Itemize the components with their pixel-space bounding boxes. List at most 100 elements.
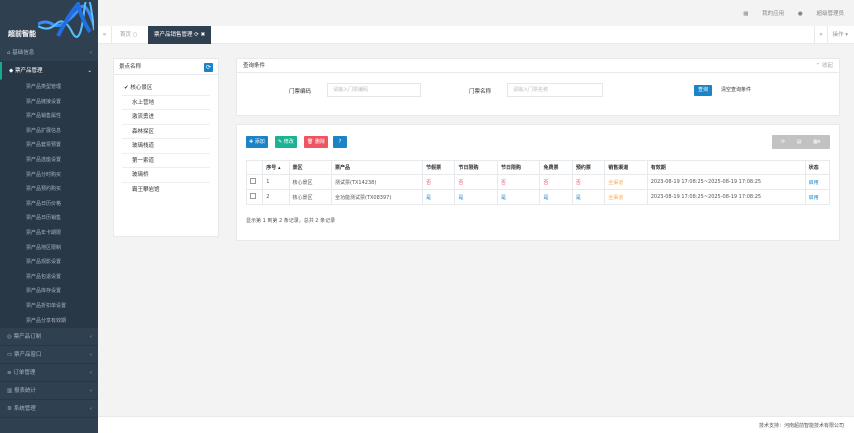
help-icon[interactable]: ? bbox=[333, 136, 347, 148]
column-header[interactable]: 节日限购 bbox=[454, 160, 498, 175]
ticket-code-label: 门票编码 bbox=[289, 89, 312, 95]
sidebar-item[interactable]: 票产品地区限制 bbox=[0, 241, 98, 256]
home-icon: ⌂ bbox=[7, 50, 11, 56]
column-header[interactable]: 节日限购 bbox=[496, 160, 541, 175]
cell-flag: 否 bbox=[422, 174, 456, 190]
delete-button[interactable]: 🗑 删除 bbox=[304, 136, 328, 148]
cell-flag: 否 bbox=[454, 174, 498, 190]
logo-wave-icon bbox=[38, 2, 94, 38]
sidebar-item[interactable]: 票产品日历价格 bbox=[0, 197, 98, 212]
collapse-toggle[interactable]: ⌃ 收起 bbox=[816, 59, 833, 73]
cell-valid: 2023-08-19 17:08:25~2025-08-19 17:08:25 bbox=[646, 174, 806, 190]
query-header: 查询条件 ⌃ 收起 bbox=[237, 59, 839, 73]
menu-group-basic[interactable]: ⌂ 基础信息 ‹ bbox=[0, 44, 98, 62]
cell-no: 2 bbox=[262, 189, 290, 205]
gear-icon: ⚙ bbox=[7, 406, 12, 413]
sidebar-item[interactable]: 票产品链接设置 bbox=[0, 95, 98, 110]
tree-item[interactable]: 霸王攀岩馆 bbox=[122, 183, 210, 198]
column-header[interactable]: 状态 bbox=[804, 160, 831, 175]
cell-channel: 全渠道 bbox=[604, 189, 648, 205]
refresh-table-icon[interactable]: ⟳ bbox=[781, 139, 785, 145]
tab-scroll-right-button[interactable]: » bbox=[814, 26, 828, 44]
cell-no: 1 bbox=[262, 174, 290, 190]
tree-header: 景点名称 ⟳ bbox=[114, 59, 218, 75]
sidebar-item[interactable]: 票产品观影设置 bbox=[0, 255, 98, 270]
tab-operations-button[interactable]: 操作 ▾ bbox=[832, 26, 848, 44]
column-header[interactable]: 销售渠道 bbox=[604, 160, 648, 175]
user-menu[interactable]: ● 超级管理员 bbox=[798, 11, 844, 17]
column-header[interactable]: 免费票 bbox=[539, 160, 573, 175]
refresh-icon[interactable]: ⟳ bbox=[204, 63, 213, 72]
column-header[interactable]: 节假票 bbox=[422, 160, 456, 175]
cell-valid: 2023-08-19 17:08:25~2025-08-19 17:08:25 bbox=[646, 189, 806, 205]
menu-group-label: 系统管理 bbox=[13, 406, 36, 413]
row-checkbox[interactable] bbox=[245, 189, 264, 205]
edit-button[interactable]: ✎ 修改 bbox=[275, 136, 297, 148]
tree-item[interactable]: 水上营地 bbox=[122, 96, 210, 110]
sidebar-item[interactable]: 票产品选座设置 bbox=[0, 153, 98, 168]
query-panel: 查询条件 ⌃ 收起 门票编码 请输入门票编码 门票名称 请输入门票名称 查询 清… bbox=[236, 58, 840, 116]
cell-flag: 是 bbox=[496, 189, 541, 205]
columns-icon[interactable]: ▤ bbox=[797, 139, 802, 145]
scenic-tree-panel: 景点名称 ⟳ ✔ 核心景区 水上营地 激流勇进 森林探区 玻璃栈道 第一索道 玻… bbox=[113, 58, 219, 237]
sidebar-item[interactable]: 票产品包退设置 bbox=[0, 270, 98, 285]
tab-home[interactable]: 首页 ○ bbox=[114, 26, 144, 44]
column-header[interactable]: 预约票 bbox=[571, 160, 606, 175]
globe-icon: ◎ bbox=[7, 334, 12, 341]
sidebar: 超前智能 ⌂ 基础信息 ‹ ◆ 票产品管理 ⌄ 票产品类型管理 票产品链接设置 … bbox=[0, 0, 98, 433]
ticket-table: 序号 ▴ 景区 票产品 节假票 节日限购 节日限购 免费票 预约票 销售渠道 有… bbox=[245, 160, 831, 205]
tab-scroll-left-button[interactable]: « bbox=[98, 26, 112, 44]
tree-item[interactable]: 森林探区 bbox=[122, 125, 210, 139]
menu-group-label: 票产品订制 bbox=[13, 334, 42, 341]
list-icon: ≡ bbox=[7, 370, 12, 377]
menu-group-ticket[interactable]: ◆ 票产品管理 ⌄ bbox=[0, 62, 98, 80]
row-checkbox[interactable] bbox=[245, 174, 264, 190]
sidebar-item[interactable]: 票产品折扣单设置 bbox=[0, 299, 98, 314]
sidebar-item[interactable]: 票产品预约购买 bbox=[0, 182, 98, 197]
search-button[interactable]: 查询 bbox=[694, 85, 713, 96]
topbar-right: ▦ 我的应用 ● 超级管理员 bbox=[731, 9, 844, 17]
tab-active[interactable]: 票产品销售管理 ⟳ ✖ bbox=[148, 26, 212, 44]
reset-button[interactable]: 清空查询条件 bbox=[717, 85, 756, 96]
table-row[interactable]: 1 核心景区 测试票(TX14238) 否 否 否 否 否 全渠道 2023-0… bbox=[245, 174, 831, 190]
tree-item[interactable]: 激流勇进 bbox=[122, 110, 210, 125]
menu-group-orders[interactable]: ≡ 订单管理 ‹ bbox=[0, 364, 98, 383]
sidebar-item[interactable]: 票产品日历销售 bbox=[0, 211, 98, 226]
sidebar-item[interactable]: 票产品分时购买 bbox=[0, 168, 98, 183]
tree-item[interactable]: 玻璃桥 bbox=[122, 168, 210, 183]
table-row[interactable]: 2 核心景区 全功能测试票(TX08397) 是 是 是 是 是 全渠道 202… bbox=[245, 189, 831, 205]
sidebar-item[interactable]: 票产品年卡期限 bbox=[0, 226, 98, 241]
ticket-code-input[interactable]: 请输入门票编码 bbox=[327, 83, 421, 97]
column-header[interactable]: 序号 ▴ bbox=[262, 160, 290, 175]
sidebar-item[interactable]: 票产品库存设置 bbox=[0, 284, 98, 299]
footer: 技术支持：河南超前智能技术有限公司 bbox=[98, 416, 854, 433]
column-header[interactable]: 景区 bbox=[288, 160, 332, 175]
footer-text: 技术支持：河南超前智能技术有限公司 bbox=[758, 423, 844, 429]
cell-scenic: 核心景区 bbox=[288, 189, 332, 205]
column-header[interactable]: 有效期 bbox=[646, 160, 806, 175]
ticket-name-input[interactable]: 请输入门票名称 bbox=[507, 83, 603, 97]
column-header[interactable]: 票产品 bbox=[330, 160, 424, 175]
add-button[interactable]: ✚ 添加 bbox=[246, 136, 268, 148]
export-icon[interactable]: ▦▾ bbox=[813, 139, 820, 145]
cell-flag: 否 bbox=[539, 174, 573, 190]
menu-group-window[interactable]: ▭ 票产品窗口 ‹ bbox=[0, 346, 98, 365]
menu-group-custom[interactable]: ◎ 票产品订制 ‹ bbox=[0, 328, 98, 347]
tree-title: 景点名称 bbox=[119, 64, 142, 70]
tree-item[interactable]: ✔ 核心景区 bbox=[122, 81, 210, 96]
sidebar-item[interactable]: 票产品分享有效期 bbox=[0, 314, 98, 329]
menu-group-reports[interactable]: ▥ 报表统计 ‹ bbox=[0, 382, 98, 401]
chart-icon: ▥ bbox=[7, 388, 13, 395]
sidebar-item[interactable]: 票产品扩展信息 bbox=[0, 124, 98, 139]
sidebar-item[interactable]: 票产品套票预置 bbox=[0, 138, 98, 153]
cell-flag: 是 bbox=[539, 189, 573, 205]
tree-item[interactable]: 玻璃栈道 bbox=[122, 139, 210, 154]
cell-flag: 是 bbox=[454, 189, 498, 205]
sidebar-item[interactable]: 票产品销售属性 bbox=[0, 109, 98, 124]
chevron-left-icon: ‹ bbox=[89, 406, 92, 413]
tree-item[interactable]: 第一索道 bbox=[122, 154, 210, 168]
my-apps-link[interactable]: ▦ 我的应用 bbox=[743, 11, 784, 17]
tabbar: « 首页 ○ 票产品销售管理 ⟳ ✖ » 操作 ▾ bbox=[98, 26, 854, 44]
menu-group-system[interactable]: ⚙ 系统管理 ‹ bbox=[0, 400, 98, 419]
sidebar-item[interactable]: 票产品类型管理 bbox=[0, 80, 98, 95]
